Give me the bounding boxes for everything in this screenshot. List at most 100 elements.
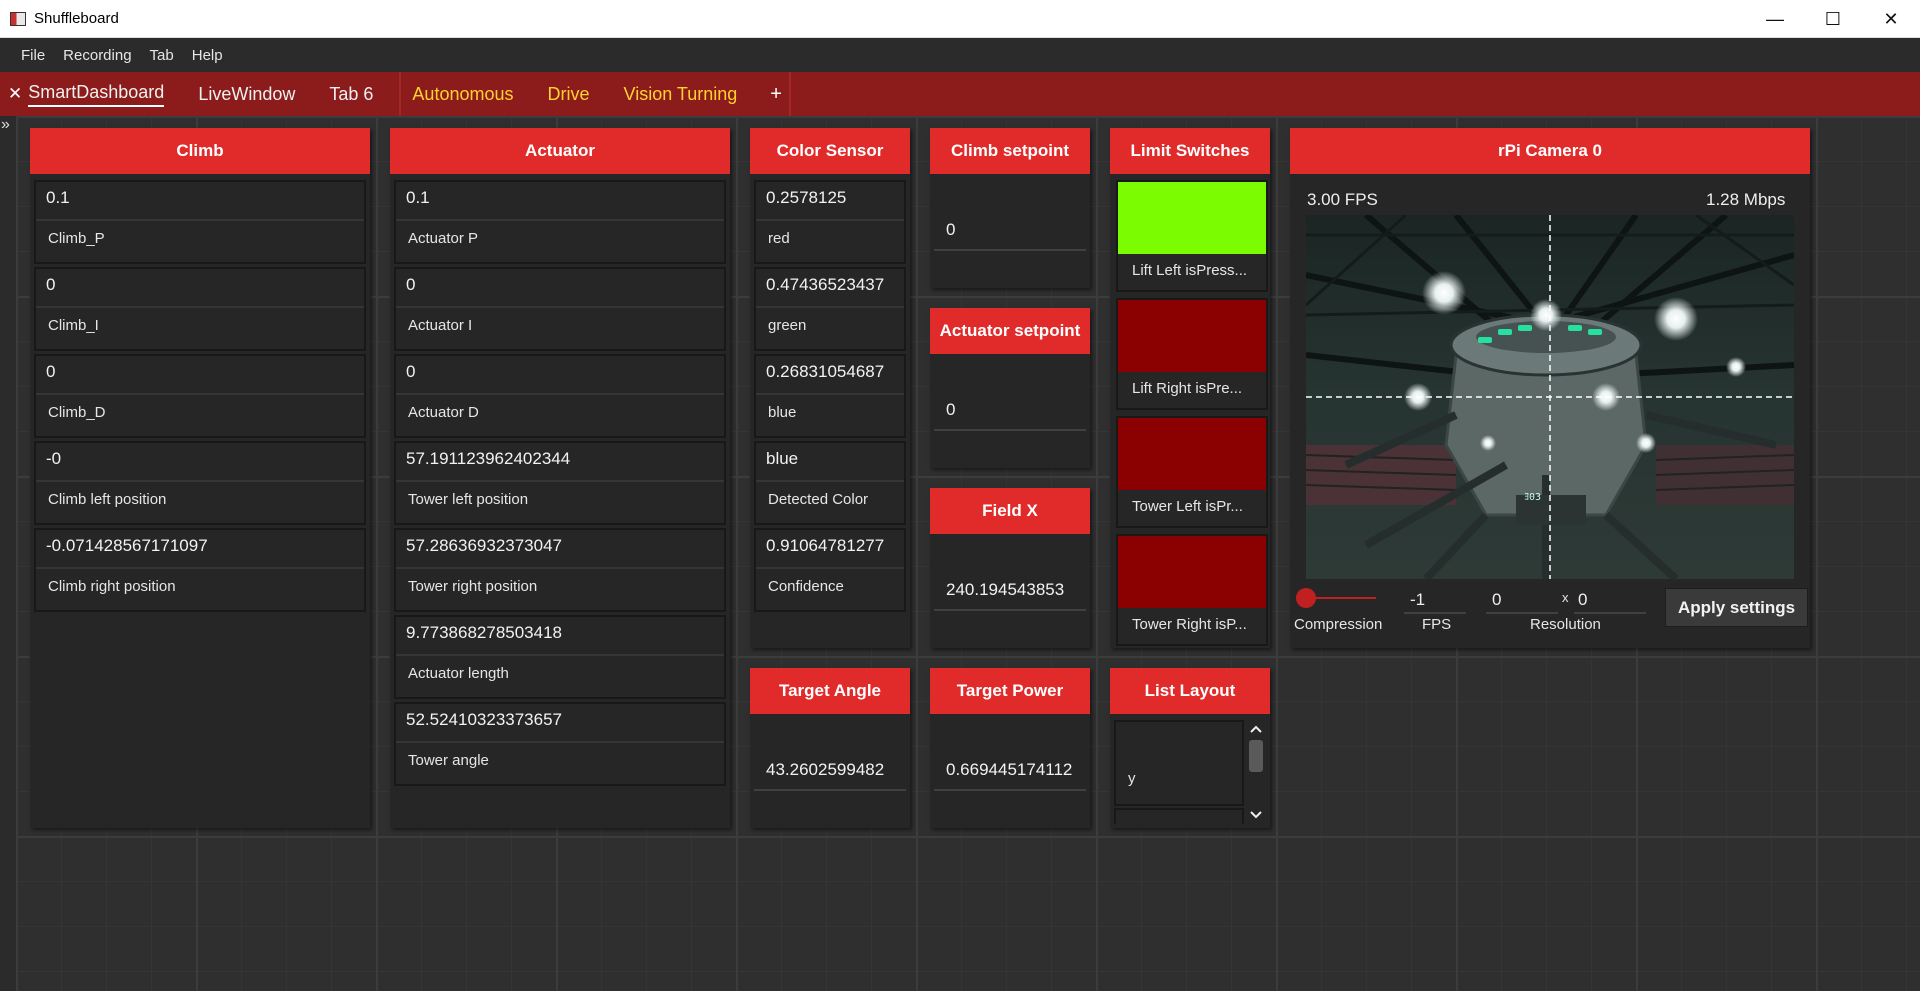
color_sensor-entry-value[interactable]: 0.47436523437 [766,275,904,295]
close-window-button[interactable]: ✕ [1862,0,1920,38]
boolean-indicator[interactable]: Tower Right isP... [1116,534,1268,646]
camera-overlay-text: ﾖ03 [1524,492,1541,503]
resolution-width-underline [1486,612,1558,614]
widget-title: Target Power [930,668,1090,714]
climb-entry-value[interactable]: -0.071428567171097 [46,536,364,556]
climb-entry-value[interactable]: 0.1 [46,188,364,208]
climb-entry[interactable]: -0.071428567171097 Climb right position [34,528,366,612]
climb-entry-label: Climb_D [48,404,106,421]
widget-title: Actuator setpoint [930,308,1090,354]
maximize-button[interactable]: ☐ [1804,0,1862,38]
actuator-entry-value[interactable]: 0 [406,275,724,295]
color_sensor-entry[interactable]: 0.26831054687 blue [754,354,906,438]
climb-setpoint-value[interactable]: 0 [946,220,955,240]
entry-divider [396,219,724,221]
tab-label: SmartDashboard [28,82,165,107]
widget-title: Target Angle [750,668,910,714]
color_sensor-entry[interactable]: blue Detected Color [754,441,906,525]
fps-input[interactable]: -1 [1410,590,1425,610]
climb-entry[interactable]: 0 Climb_D [34,354,366,438]
actuator-entry-value[interactable]: 0 [406,362,724,382]
actuator-entry-value[interactable]: 52.52410323373657 [406,710,724,730]
list-item[interactable] [1114,808,1244,824]
camera-stream[interactable]: ﾖ03 [1306,215,1794,579]
widget-title: Actuator [390,128,730,174]
entry-divider [396,480,724,482]
climb-entry-value[interactable]: 0 [46,362,364,382]
tab-bar: ✕ SmartDashboard LiveWindow Tab 6 Autono… [0,72,1920,116]
expand-sidebar-icon[interactable]: » [1,116,10,134]
actuator-entry-value[interactable]: 57.191123962402344 [406,449,724,469]
climb-entry-label: Climb left position [48,491,167,508]
actuator-entry-label: Actuator D [408,404,479,421]
actuator-entry-value[interactable]: 9.773868278503418 [406,623,724,643]
boolean-swatch [1118,300,1266,372]
color_sensor-entry-value[interactable]: blue [766,449,904,469]
resolution-height-input[interactable]: 0 [1578,590,1587,610]
chevron-down-icon [1250,811,1262,819]
field-x-value[interactable]: 240.194543853 [946,580,1082,600]
tab-label: Drive [547,83,590,104]
climb-setpoint-widget[interactable]: Climb setpoint 0 [930,128,1090,288]
climb-entry[interactable]: 0.1 Climb_P [34,180,366,264]
climb-entry-value[interactable]: 0 [46,275,364,295]
boolean-indicator[interactable]: Lift Left isPress... [1116,180,1268,292]
boolean-indicator[interactable]: Lift Right isPre... [1116,298,1268,410]
target-power-value[interactable]: 0.669445174112 [946,760,1082,780]
entry-divider [396,654,724,656]
sidebar: » [0,116,16,991]
menu-recording[interactable]: Recording [54,47,140,64]
target-angle-value[interactable]: 43.2602599482 [766,760,902,780]
tab-drive[interactable]: Drive [531,72,607,116]
resolution-width-input[interactable]: 0 [1492,590,1501,610]
actuator-entry[interactable]: 0.1 Actuator P [394,180,726,264]
actuator-entry-value[interactable]: 57.28636932373047 [406,536,724,556]
field-x-widget[interactable]: Field X 240.194543853 [930,488,1090,648]
color_sensor-entry[interactable]: 0.91064781277 Confidence [754,528,906,612]
actuator-entry-value[interactable]: 0.1 [406,188,724,208]
tab-autonomous[interactable]: Autonomous [390,72,530,116]
list-layout-widget[interactable]: List Layout y [1110,668,1270,828]
minimize-button[interactable]: — [1746,0,1804,38]
widget-title: Field X [930,488,1090,534]
actuator-entry-label: Tower left position [408,491,529,508]
boolean-indicator[interactable]: Tower Left isPr... [1116,416,1268,528]
actuator-entry[interactable]: 57.191123962402344 Tower left position [394,441,726,525]
color_sensor-entry[interactable]: 0.2578125 red [754,180,906,264]
target-angle-widget[interactable]: Target Angle 43.2602599482 [750,668,910,828]
menu-help[interactable]: Help [183,47,232,64]
entry-divider [36,306,364,308]
actuator-entry[interactable]: 9.773868278503418 Actuator length [394,615,726,699]
climb-entry[interactable]: -0 Climb left position [34,441,366,525]
entry-divider [36,393,364,395]
menu-tab[interactable]: Tab [141,47,183,64]
tab-tab6[interactable]: Tab 6 [312,72,390,116]
color_sensor-entry[interactable]: 0.47436523437 green [754,267,906,351]
actuator-entry[interactable]: 57.28636932373047 Tower right position [394,528,726,612]
climb-entry[interactable]: 0 Climb_I [34,267,366,351]
list-item[interactable]: y [1114,720,1244,806]
list-scrollbar[interactable] [1246,720,1266,824]
actuator-entry[interactable]: 0 Actuator I [394,267,726,351]
actuator-entry[interactable]: 52.52410323373657 Tower angle [394,702,726,786]
tab-livewindow[interactable]: LiveWindow [181,72,312,116]
compression-slider[interactable] [1296,588,1376,608]
actuator-entry[interactable]: 0 Actuator D [394,354,726,438]
color_sensor-entry-value[interactable]: 0.91064781277 [766,536,904,556]
widget-title: Color Sensor [750,128,910,174]
value-underline [934,789,1086,791]
actuator-setpoint-widget[interactable]: Actuator setpoint 0 [930,308,1090,468]
boolean-label: Lift Right isPre... [1132,380,1243,397]
close-tab-icon[interactable]: ✕ [8,84,22,104]
menu-file[interactable]: File [12,47,54,64]
limit-switches-widget[interactable]: Limit Switches Lift Left isPress... Lift … [1110,128,1270,648]
color_sensor-entry-value[interactable]: 0.26831054687 [766,362,904,382]
color_sensor-entry-value[interactable]: 0.2578125 [766,188,904,208]
tab-vision-turning[interactable]: Vision Turning [607,72,755,116]
add-tab-button[interactable]: + [754,83,798,106]
target-power-widget[interactable]: Target Power 0.669445174112 [930,668,1090,828]
actuator-setpoint-value[interactable]: 0 [946,400,955,420]
apply-settings-button[interactable]: Apply settings [1665,588,1808,627]
climb-entry-value[interactable]: -0 [46,449,364,469]
tab-smartdashboard[interactable]: ✕ SmartDashboard [4,72,181,116]
